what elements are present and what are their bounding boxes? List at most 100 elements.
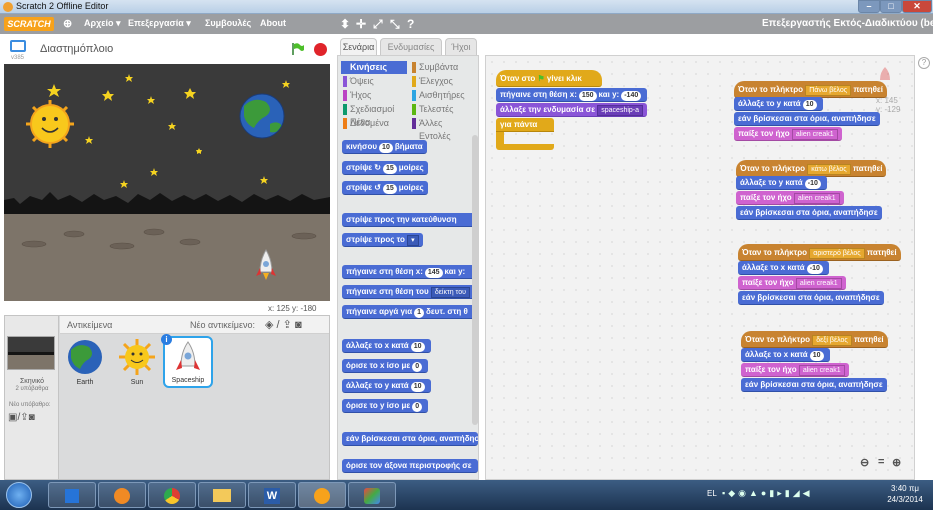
category-pen[interactable]: Σχεδιασμοί Πένα: [341, 103, 407, 127]
menu-edit[interactable]: Επεξεργασία ▾: [128, 18, 191, 29]
minimize-button[interactable]: –: [858, 0, 880, 13]
language-indicator[interactable]: EL: [707, 489, 717, 498]
start-button[interactable]: [6, 482, 32, 508]
tab-costumes[interactable]: Ενδυμασίες: [380, 38, 442, 55]
when-key-right-block[interactable]: Όταν το πλήκτρο δεξί βέλος πατηθεί: [741, 331, 888, 348]
change-x-block[interactable]: άλλαξε το x κατά 10: [741, 348, 830, 362]
palette-block-change-x[interactable]: άλλαξε το x κατά 10: [342, 339, 431, 353]
when-key-down-block[interactable]: Όταν το πλήκτρο κάτω βέλος πατηθεί: [736, 160, 887, 177]
zoom-out-icon[interactable]: ⊖: [860, 456, 869, 469]
taskbar-paint-icon[interactable]: [348, 482, 396, 508]
taskbar-media-player-icon[interactable]: [48, 482, 96, 508]
scripts-area[interactable]: Όταν στο ⚑ γίνει κλικ πήγαινε στη θέση x…: [485, 55, 915, 480]
sprite-tile-sun[interactable]: Sun: [117, 338, 157, 394]
palette-scrollbar[interactable]: [472, 135, 478, 425]
palette-block-turn-left[interactable]: στρίψε ↺ 15 μοίρες: [342, 181, 428, 195]
tray-icons[interactable]: ▪◆◉▲●▮▸▮◢◀: [722, 488, 813, 499]
camera-sprite-icon[interactable]: ◙: [295, 319, 302, 331]
maximize-button[interactable]: □: [880, 0, 902, 13]
category-sensing[interactable]: Αισθητήρες: [410, 89, 476, 102]
palette-block-set-x[interactable]: όρισε το x ίσο με 0: [342, 359, 429, 373]
taskbar-scratch-icon[interactable]: [298, 482, 346, 508]
scratch-logo[interactable]: SCRATCH: [4, 17, 54, 31]
goto-xy-block[interactable]: πήγαινε στη θέση x: 150 και y: -140: [496, 88, 648, 102]
grow-icon[interactable]: ⤢: [373, 17, 383, 32]
category-looks[interactable]: Όψεις: [341, 75, 407, 88]
clock-date[interactable]: 24/3/2014: [880, 495, 930, 504]
change-y-block[interactable]: άλλαξε το y κατά 10: [734, 97, 823, 111]
forever-block-bottom: [496, 144, 554, 150]
bounce-block[interactable]: εάν βρίσκεσαι στα όρια, αναπήδησε: [734, 112, 880, 126]
taskbar-explorer-icon[interactable]: [198, 482, 246, 508]
paint-sprite-icon[interactable]: /: [277, 319, 280, 331]
palette-block-point-direction[interactable]: στρίψε προς την κατεύθυνση: [342, 213, 478, 227]
category-events[interactable]: Συμβάντα: [410, 61, 476, 74]
sprite-tile-earth[interactable]: Earth: [65, 338, 105, 394]
camera-icon[interactable]: ◙: [29, 412, 35, 423]
palette-block-point-towards[interactable]: στρίψε προς το ▾: [342, 233, 423, 247]
taskbar-word-icon[interactable]: W: [248, 482, 296, 508]
palette-block-goto[interactable]: πήγαινε στη θέση του δείκτη του: [342, 285, 478, 299]
when-key-left-block[interactable]: Όταν το πλήκτρο αριστερό βέλος πατηθεί: [738, 244, 901, 261]
change-x-block[interactable]: άλλαξε το x κατά -10: [738, 261, 829, 275]
globe-icon[interactable]: ⊕: [63, 17, 72, 30]
upload-icon[interactable]: ⇪: [20, 412, 28, 423]
when-flag-clicked-block[interactable]: Όταν στο ⚑ γίνει κλικ: [496, 70, 602, 87]
category-data[interactable]: Δεδομένα: [341, 117, 407, 130]
duplicate-icon[interactable]: ⬍: [340, 17, 350, 31]
help-icon[interactable]: ?: [407, 17, 414, 31]
stage-canvas[interactable]: [4, 64, 330, 301]
sprite-library-icon[interactable]: ◈: [265, 319, 273, 331]
taskbar-chrome-icon[interactable]: [148, 482, 196, 508]
tab-scripts[interactable]: Σενάρια: [340, 38, 377, 56]
category-motion[interactable]: Κινήσεις: [341, 61, 407, 74]
menu-file[interactable]: Αρχείο ▾: [84, 18, 121, 29]
switch-costume-block[interactable]: άλλαξε την ενδυμασία σε spaceship-a: [496, 103, 648, 117]
bounce-block[interactable]: εάν βρίσκεσαι στα όρια, αναπήδησε: [736, 206, 882, 220]
window-title: Scratch 2 Offline Editor: [16, 1, 109, 11]
menu-tips[interactable]: Συμβουλές: [205, 18, 251, 28]
play-sound-block[interactable]: παίξε τον ήχο alien creak1: [734, 127, 842, 141]
bounce-block[interactable]: εάν βρίσκεσαι στα όρια, αναπήδησε: [738, 291, 884, 305]
play-sound-block[interactable]: παίξε τον ήχο alien creak1: [736, 191, 844, 205]
category-control[interactable]: Έλεγχος: [410, 75, 476, 88]
when-key-up-block[interactable]: Όταν το πλήκτρο Πάνω βέλος πατηθεί: [734, 81, 887, 98]
palette-block-glide[interactable]: πήγαινε αργά για 1 δευτ. στη θ: [342, 305, 478, 319]
help-icon[interactable]: ?: [918, 57, 930, 69]
clock-time[interactable]: 3:40 πμ: [885, 484, 925, 493]
palette-block-change-y[interactable]: άλλαξε το y κατά 10: [342, 379, 431, 393]
stage-footer: x: 125 y: -180: [0, 301, 330, 315]
stop-icon[interactable]: [314, 43, 327, 56]
fullscreen-icon[interactable]: [10, 40, 26, 52]
close-window-button[interactable]: ✕: [902, 0, 932, 13]
stage-thumbnail[interactable]: [7, 336, 55, 370]
green-flag-icon[interactable]: [291, 42, 305, 56]
taskbar-firefox-icon[interactable]: [98, 482, 146, 508]
shrink-icon[interactable]: ⤡: [390, 17, 400, 32]
zoom-in-icon[interactable]: ⊕: [892, 456, 901, 469]
scratch-editor-window: Scratch 2 Offline Editor – □ ✕ SCRATCH ⊕…: [0, 0, 933, 510]
sprite-name: Earth: [76, 379, 94, 386]
zoom-reset-button[interactable]: =: [878, 456, 884, 468]
bounce-block[interactable]: εάν βρίσκεσαι στα όρια, αναπήδησε: [741, 378, 887, 392]
tab-sounds[interactable]: Ήχοι: [445, 38, 477, 55]
play-sound-block[interactable]: παίξε τον ήχο alien creak1: [741, 363, 849, 377]
palette-block-turn-right[interactable]: στρίψε ↻ 15 μοίρες: [342, 161, 428, 175]
upload-sprite-icon[interactable]: ⇪: [283, 319, 292, 331]
project-title[interactable]: Διαστημόπλοιο: [40, 43, 113, 55]
category-more-blocks[interactable]: Άλλες Εντολές: [410, 117, 476, 141]
forever-block[interactable]: για πάντα: [496, 118, 554, 132]
palette-block-set-y[interactable]: όρισε το y ίσο με 0: [342, 399, 429, 413]
palette-block-rotation-style[interactable]: όρισε τον άξονα περιστροφής σε: [342, 459, 478, 473]
delete-icon[interactable]: ✛: [356, 17, 366, 31]
menu-about[interactable]: About: [260, 18, 286, 28]
palette-block-bounce[interactable]: εάν βρίσκεσαι στα όρια, αναπήδησε: [342, 432, 478, 446]
sprite-info-icon[interactable]: i: [161, 334, 172, 345]
play-sound-block[interactable]: παίξε τον ήχο alien creak1: [738, 276, 846, 290]
palette-block-goto-xy[interactable]: πήγαινε στη θέση x: 145 και y:: [342, 265, 478, 279]
category-sound[interactable]: Ήχος: [341, 89, 407, 102]
change-y-block[interactable]: άλλαξε το y κατά -10: [736, 176, 827, 190]
sprite-tile-spaceship[interactable]: Spaceship i: [161, 334, 213, 388]
category-operators[interactable]: Τελεστές: [410, 103, 476, 116]
palette-block-move[interactable]: κινήσου 10 βήματα: [342, 140, 427, 154]
